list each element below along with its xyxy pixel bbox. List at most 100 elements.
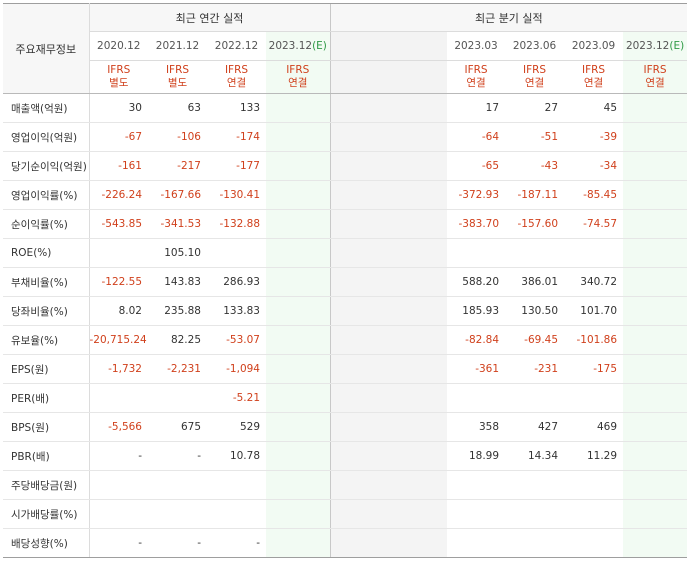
gap-column: [389, 60, 448, 94]
table-row: 영업이익률(%) -226.24 -167.66 -130.41 -372.93 -187…: [3, 180, 688, 210]
gap-column: [389, 31, 448, 61]
gap-cell: [329, 267, 390, 297]
gap-cell: [329, 325, 390, 355]
value-cell: [89, 238, 148, 268]
table-row: 영업이익(억원) -67 -106 -174 -64 -51 -39: [3, 122, 688, 152]
gap-cell: [389, 441, 448, 471]
value-cell: -39: [564, 122, 624, 152]
estimate-cell: [266, 122, 331, 152]
financial-summary-table: 주요재무정보 최근 연간 실적 최근 분기 실적 2020.12 2021.12…: [3, 3, 688, 558]
gap-cell: [329, 499, 390, 529]
row-label: 부채비율(%): [3, 267, 90, 297]
estimate-cell: [623, 354, 688, 384]
estimate-cell: [623, 122, 688, 152]
gap-cell: [389, 209, 448, 239]
estimate-cell: [266, 499, 331, 529]
value-cell: -231: [505, 354, 565, 384]
basis-std: IFRS: [643, 64, 667, 76]
period-header: 2020.12: [89, 31, 148, 61]
gap-column: [329, 60, 390, 94]
gap-column: [329, 31, 390, 61]
basis-header: IFRS 별도: [89, 60, 148, 94]
financial-summary-panel: 주요재무정보 최근 연간 실적 최근 분기 실적 2020.12 2021.12…: [0, 0, 691, 562]
value-cell: -64: [447, 122, 506, 152]
value-cell: 18.99: [447, 441, 506, 471]
table-row: PBR(배) - -10.78 18.99 14.34 11.29: [3, 441, 688, 471]
table-row: BPS(원) -5,566 675 529 358 427 469: [3, 412, 688, 442]
value-cell: -51: [505, 122, 565, 152]
value-cell: [89, 383, 148, 413]
basis-header: IFRS 연결: [564, 60, 624, 94]
basis-std: IFRS: [464, 64, 488, 76]
estimate-mark: (E): [312, 40, 327, 52]
value-cell: -69.45: [505, 325, 565, 355]
value-cell: -132.88: [207, 209, 266, 239]
basis-type: 별도: [109, 77, 129, 89]
gap-cell: [329, 528, 390, 558]
gap-cell: [389, 238, 448, 268]
value-cell: [447, 238, 506, 268]
row-label: PER(배): [3, 383, 90, 413]
table-row: 당기순이익(억원) -161 -217 -177 -65 -43 -34: [3, 151, 688, 181]
estimate-cell: [266, 93, 331, 123]
estimate-cell: [623, 209, 688, 239]
value-cell: [505, 383, 565, 413]
value-cell: 427: [505, 412, 565, 442]
value-cell: 588.20: [447, 267, 506, 297]
row-label: 당기순이익(억원): [3, 151, 90, 181]
period-header-estimate: 2023.12(E): [266, 31, 331, 61]
estimate-cell: [623, 151, 688, 181]
gap-cell: [329, 122, 390, 152]
value-cell: 143.83: [148, 267, 207, 297]
value-cell: 30: [89, 93, 148, 123]
row-label: EPS(원): [3, 354, 90, 384]
period-header: 2023.09: [564, 31, 624, 61]
value-cell: 358: [447, 412, 506, 442]
estimate-cell: [623, 528, 688, 558]
value-cell: 386.01: [505, 267, 565, 297]
basis-std: IFRS: [165, 64, 190, 76]
value-cell: -2,231: [148, 354, 207, 384]
basis-header-estimate: IFRS 연결: [266, 60, 331, 94]
estimate-cell: [266, 325, 331, 355]
period-header: 2021.12: [148, 31, 207, 61]
value-cell: -106: [148, 122, 207, 152]
value-cell: -361: [447, 354, 506, 384]
value-cell: -85.45: [564, 180, 624, 210]
value-cell: -101.86: [564, 325, 624, 355]
row-label: 순이익률(%): [3, 209, 90, 239]
value-cell: 8.02: [89, 296, 148, 326]
value-cell: 286.93: [207, 267, 266, 297]
row-label: 매출액(억원): [3, 93, 90, 123]
value-cell: [564, 499, 624, 529]
estimate-cell: [266, 354, 331, 384]
estimate-cell: [623, 296, 688, 326]
value-cell: 10.78: [207, 441, 266, 471]
value-cell: -: [148, 441, 207, 471]
basis-type: 연결: [524, 77, 545, 89]
value-cell: 63: [148, 93, 207, 123]
table-row: PER(배) -5.21: [3, 383, 688, 413]
gap-cell: [329, 383, 390, 413]
row-label: BPS(원): [3, 412, 90, 442]
period-header: 2023.03: [447, 31, 506, 61]
basis-std: IFRS: [286, 64, 310, 76]
value-cell: [148, 383, 207, 413]
gap-cell: [389, 267, 448, 297]
basis-header: IFRS 연결: [447, 60, 506, 94]
table-row: 순이익률(%) -543.85 -341.53 -132.88 -383.70 -157.…: [3, 209, 688, 239]
gap-cell: [329, 412, 390, 442]
value-cell: -130.41: [207, 180, 266, 210]
value-cell: [89, 470, 148, 500]
value-cell: 133: [207, 93, 266, 123]
value-cell: -372.93: [447, 180, 506, 210]
value-cell: 101.70: [564, 296, 624, 326]
gap-cell: [329, 470, 390, 500]
value-cell: [505, 528, 565, 558]
group-header-quarter: 최근 분기 실적: [329, 3, 688, 32]
value-cell: -122.55: [89, 267, 148, 297]
estimate-cell: [266, 296, 331, 326]
basis-header: IFRS 별도: [148, 60, 207, 94]
basis-header: IFRS 연결: [207, 60, 266, 94]
gap-cell: [389, 151, 448, 181]
